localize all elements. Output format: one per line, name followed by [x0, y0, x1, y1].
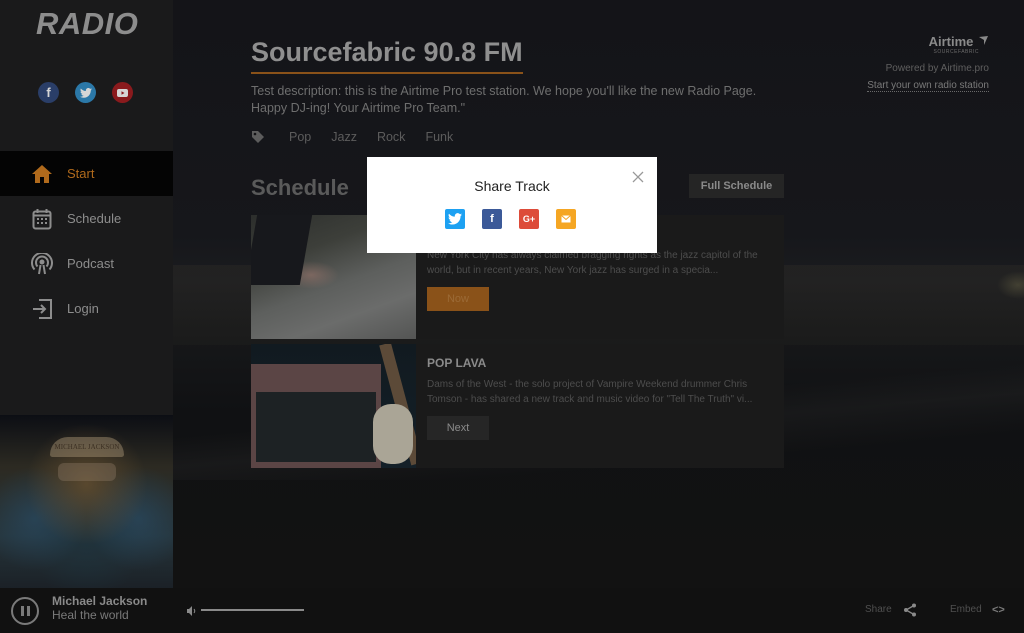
airtime-logo[interactable]: Airtime [867, 34, 989, 49]
sidebar-item-label: Start [67, 166, 95, 181]
schedule-item: POP LAVA Dams of the West - the solo pro… [251, 344, 784, 468]
share-label[interactable]: Share [865, 604, 892, 615]
show-info: POP LAVA Dams of the West - the solo pro… [427, 356, 772, 440]
pause-icon-bar [26, 606, 30, 616]
sidebar-item-label: Podcast [67, 256, 114, 271]
modal-title: Share Track [474, 178, 550, 194]
embed-code-icon[interactable]: <> [992, 604, 1005, 616]
show-thumbnail-amplifier [251, 344, 416, 468]
tag-pop[interactable]: Pop [289, 130, 311, 144]
sidebar-item-login[interactable]: Login [0, 286, 173, 331]
twitter-icon[interactable] [75, 82, 96, 103]
airtime-logo-sub: SOURCEFABRIC [933, 49, 979, 55]
tag-funk[interactable]: Funk [425, 130, 453, 144]
airtime-logo-mark-icon [979, 36, 988, 45]
now-playing-track: Heal the world [52, 608, 129, 622]
now-playing-artist: Michael Jackson [52, 594, 148, 608]
share-facebook-icon[interactable]: f [482, 209, 502, 229]
now-button[interactable]: Now [427, 287, 489, 311]
share-email-icon[interactable] [556, 209, 576, 229]
youtube-icon[interactable] [112, 82, 133, 103]
close-icon[interactable] [631, 170, 645, 184]
pause-icon-bar [20, 606, 24, 616]
full-schedule-button[interactable]: Full Schedule [689, 174, 784, 198]
calendar-icon [31, 208, 53, 230]
thumb-guitar-body [373, 404, 413, 464]
tag-icon [251, 130, 265, 144]
start-radio-link[interactable]: Start your own radio station [867, 80, 989, 92]
facebook-icon[interactable]: f [38, 82, 59, 103]
tag-rock[interactable]: Rock [377, 130, 405, 144]
share-google-plus-icon[interactable]: G+ [519, 209, 539, 229]
share-twitter-icon[interactable] [445, 209, 465, 229]
thumb-amp-panel [256, 392, 376, 462]
radio-page: RADIO f Start Schedule Podcast Login MIC… [0, 0, 1024, 633]
sidebar-item-schedule[interactable]: Schedule [0, 196, 173, 241]
station-description: Test description: this is the Airtime Pr… [251, 84, 757, 115]
sidebar-item-podcast[interactable]: Podcast [0, 241, 173, 286]
pause-button[interactable] [11, 597, 39, 625]
embed-label[interactable]: Embed [950, 604, 982, 615]
genre-tags: Pop Jazz Rock Funk [251, 130, 453, 144]
volume-slider[interactable] [201, 609, 304, 611]
station-title: Sourcefabric 90.8 FM [251, 37, 523, 74]
podcast-icon [31, 252, 53, 275]
album-art: MICHAEL JACKSON [0, 415, 173, 588]
home-icon [31, 163, 53, 185]
login-icon [31, 298, 53, 320]
album-art-title: MICHAEL JACKSON [50, 437, 124, 457]
volume-icon[interactable] [186, 604, 198, 616]
sidebar-item-start[interactable]: Start [0, 151, 173, 196]
sidebar: RADIO f Start Schedule Podcast Login MIC… [0, 0, 173, 588]
social-links: f [38, 82, 133, 103]
sidebar-item-label: Schedule [67, 211, 122, 226]
schedule-heading: Schedule [251, 175, 349, 200]
sidebar-item-label: Login [67, 301, 99, 316]
volume-slider-fill [201, 609, 304, 611]
powered-by-text: Powered by Airtime.pro [885, 63, 989, 74]
next-button[interactable]: Next [427, 416, 489, 440]
airtime-brand: Airtime SOURCEFABRIC Powered by Airtime.… [867, 34, 989, 93]
share-options: f G+ [445, 209, 576, 229]
album-art-detail [58, 463, 116, 481]
show-title: POP LAVA [427, 356, 487, 370]
show-description: Dams of the West - the solo project of V… [427, 379, 753, 405]
player-bar: Michael Jackson Heal the world Share Emb… [0, 588, 1024, 633]
share-track-modal: Share Track f G+ [367, 157, 657, 253]
radio-logo[interactable]: RADIO [36, 6, 138, 42]
sidebar-nav: Start Schedule Podcast Login [0, 151, 173, 331]
share-icon[interactable] [903, 603, 917, 617]
airtime-logo-text: Airtime [928, 34, 974, 49]
tag-jazz[interactable]: Jazz [331, 130, 357, 144]
